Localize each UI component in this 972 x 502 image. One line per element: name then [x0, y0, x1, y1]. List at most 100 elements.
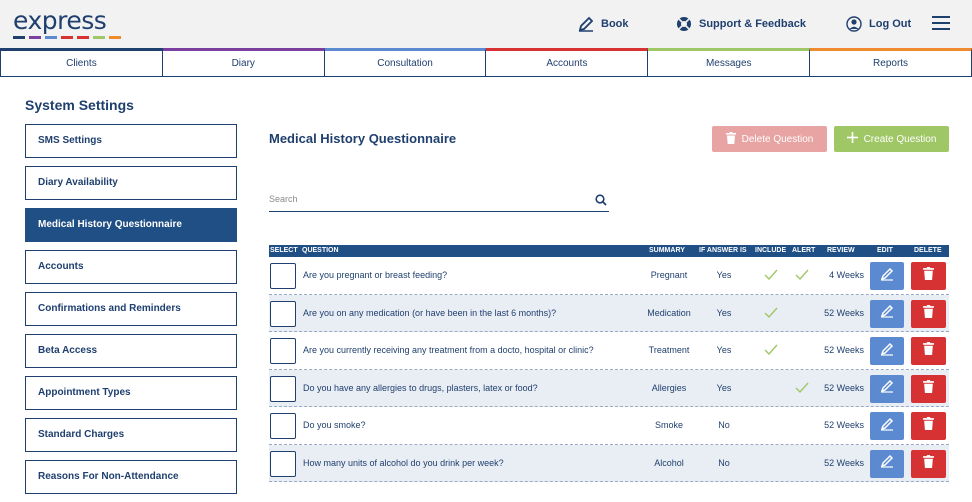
sidebar-item-confirmations[interactable]: Confirmations and Reminders	[25, 292, 237, 326]
table-row: Do you smoke? Smoke No 52 Weeks	[269, 407, 949, 445]
logo-stripes	[13, 36, 121, 39]
trash-icon	[923, 379, 934, 398]
table-row: Are you pregnant or breast feeding? Pregn…	[269, 257, 949, 295]
page-title: System Settings	[25, 97, 134, 113]
search-icon[interactable]	[595, 193, 607, 211]
search-box	[269, 188, 609, 212]
question-text: Do you have any allergies to drugs, plas…	[303, 382, 538, 393]
col-select: SELECT	[270, 247, 298, 254]
logo-stripe	[93, 36, 105, 39]
trash-icon	[923, 342, 934, 360]
include-check-icon	[764, 268, 778, 286]
select-checkbox[interactable]	[270, 375, 296, 402]
tab-clients[interactable]: Clients	[0, 48, 163, 76]
select-checkbox[interactable]	[270, 338, 296, 364]
create-question-label: Create Question	[863, 133, 937, 145]
pencil-icon	[880, 304, 894, 323]
col-alert: ALERT	[792, 247, 816, 254]
book-label: Book	[601, 18, 629, 30]
question-text: Are you on any medication (or have been …	[303, 307, 557, 318]
review-text: 52 Weeks	[824, 382, 864, 393]
trash-icon	[923, 304, 934, 323]
answer-text: No	[718, 457, 730, 468]
express-logo[interactable]: express	[13, 8, 121, 39]
top-header: express Book Support & Feedback Log Out	[0, 0, 972, 48]
delete-button[interactable]	[911, 262, 946, 290]
logout-button[interactable]: Log Out	[846, 16, 911, 32]
tab-diary[interactable]: Diary	[162, 48, 325, 76]
logo-text: express	[13, 6, 107, 35]
main-nav: Clients Diary Consultation Accounts Mess…	[0, 48, 972, 77]
answer-text: No	[718, 420, 730, 430]
trash-icon	[923, 417, 934, 435]
select-checkbox[interactable]	[270, 300, 296, 327]
logo-stripe	[13, 36, 25, 39]
settings-sidebar: SMS Settings Diary Availability Medical …	[25, 124, 237, 502]
edit-button[interactable]	[870, 412, 904, 440]
questions-table: SELECT QUESTION SUMMARY IF ANSWER IS INC…	[269, 245, 949, 482]
table-row: Do you have any allergies to drugs, plas…	[269, 369, 949, 407]
delete-button[interactable]	[911, 337, 946, 365]
sidebar-item-beta-access[interactable]: Beta Access	[25, 334, 237, 368]
edit-button[interactable]	[870, 299, 904, 328]
sidebar-item-appointment-types[interactable]: Appointment Types	[25, 376, 237, 410]
sidebar-item-standard-charges[interactable]: Standard Charges	[25, 418, 237, 452]
menu-icon[interactable]	[932, 16, 950, 30]
edit-button[interactable]	[870, 374, 904, 403]
col-summary: SUMMARY	[649, 247, 685, 254]
col-include: INCLUDE	[755, 247, 787, 254]
logo-stripe	[109, 36, 121, 39]
tab-messages[interactable]: Messages	[648, 48, 811, 76]
answer-text: Yes	[716, 382, 732, 393]
delete-button[interactable]	[911, 374, 946, 403]
review-text: 4 Weeks	[829, 270, 864, 280]
col-delete: DELETE	[914, 247, 942, 254]
table-row: Are you currently receiving any treatmen…	[269, 332, 949, 370]
delete-question-button[interactable]: Delete Question	[712, 126, 827, 152]
user-icon	[846, 16, 862, 32]
create-question-button[interactable]: Create Question	[834, 126, 949, 152]
tab-accounts[interactable]: Accounts	[486, 48, 649, 76]
sidebar-item-accounts[interactable]: Accounts	[25, 250, 237, 284]
summary-text: Allergies	[651, 382, 687, 393]
question-text: Are you pregnant or breast feeding?	[303, 270, 448, 280]
edit-button[interactable]	[870, 337, 904, 365]
support-feedback-button[interactable]: Support & Feedback	[676, 16, 806, 32]
col-if-answer: IF ANSWER IS	[699, 247, 747, 254]
pencil-icon	[880, 342, 894, 361]
delete-button[interactable]	[911, 299, 946, 328]
review-text: 52 Weeks	[824, 420, 864, 430]
select-checkbox[interactable]	[270, 450, 296, 477]
trash-icon	[923, 454, 934, 473]
search-input[interactable]	[269, 188, 569, 210]
col-edit: EDIT	[877, 247, 893, 254]
sidebar-item-sms-settings[interactable]: SMS Settings	[25, 124, 237, 158]
col-question: QUESTION	[302, 247, 339, 254]
sidebar-item-diary-availability[interactable]: Diary Availability	[25, 166, 237, 200]
sidebar-item-non-attendance[interactable]: Reasons For Non-Attendance	[25, 460, 237, 494]
summary-text: Medication	[647, 307, 691, 318]
edit-button[interactable]	[870, 449, 904, 478]
support-label: Support & Feedback	[699, 18, 806, 30]
select-checkbox[interactable]	[270, 413, 296, 439]
pencil-icon	[578, 16, 594, 32]
sidebar-item-medical-history[interactable]: Medical History Questionnaire	[25, 208, 237, 242]
plus-icon	[846, 132, 858, 146]
tab-consultation[interactable]: Consultation	[324, 48, 487, 76]
tab-reports[interactable]: Reports	[810, 48, 972, 76]
book-button[interactable]: Book	[578, 16, 629, 32]
delete-button[interactable]	[911, 412, 946, 440]
logo-stripe	[61, 36, 73, 39]
delete-button[interactable]	[911, 449, 946, 478]
review-text: 52 Weeks	[824, 307, 864, 318]
logout-label: Log Out	[869, 18, 912, 30]
col-review: REVIEW	[827, 247, 855, 254]
table-header: SELECT QUESTION SUMMARY IF ANSWER IS INC…	[269, 245, 949, 257]
summary-text: Smoke	[654, 420, 683, 430]
select-checkbox[interactable]	[270, 263, 296, 289]
edit-button[interactable]	[870, 262, 904, 290]
pencil-icon	[880, 379, 894, 398]
section-title: Medical History Questionnaire	[269, 131, 457, 146]
logo-stripe	[29, 36, 41, 39]
pencil-icon	[880, 454, 894, 473]
